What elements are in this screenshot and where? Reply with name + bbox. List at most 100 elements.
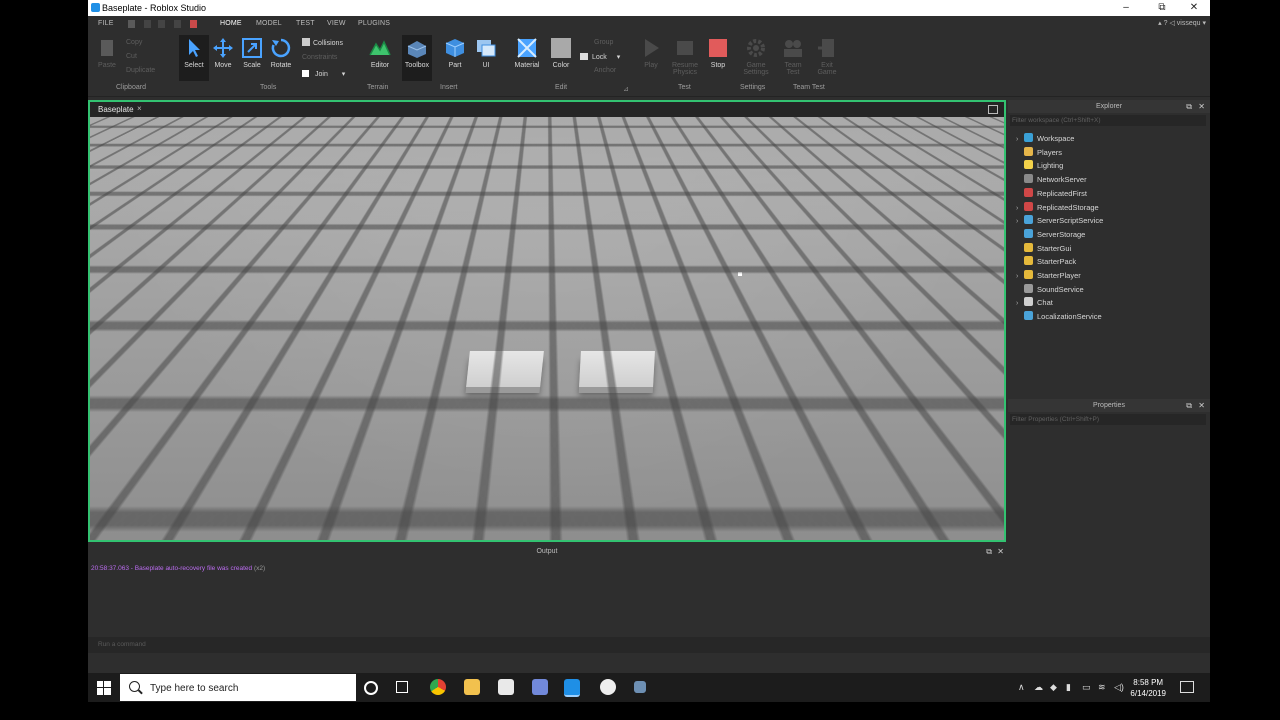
close-window-button[interactable]: ✕ bbox=[1184, 1, 1204, 15]
terrain-editor-button[interactable]: Editor bbox=[365, 35, 395, 81]
part-block-right[interactable] bbox=[579, 351, 655, 387]
discord-icon[interactable] bbox=[532, 679, 548, 695]
explorer-item-chat[interactable]: › Chat bbox=[1016, 296, 1053, 309]
restore-button[interactable]: ⧉ bbox=[1152, 1, 1172, 15]
explorer-item-replicatedstorage[interactable]: › ReplicatedStorage bbox=[1016, 201, 1099, 214]
cut-button[interactable]: Cut bbox=[126, 53, 137, 60]
maximize-viewport-icon[interactable] bbox=[988, 105, 998, 114]
volume-icon[interactable]: ◁) bbox=[1114, 682, 1124, 693]
minimize-button[interactable]: – bbox=[1116, 1, 1136, 15]
resume-physics-button[interactable]: Resume Physics bbox=[670, 35, 700, 81]
app-icon[interactable] bbox=[634, 681, 646, 693]
tab-baseplate[interactable]: Baseplate bbox=[98, 105, 134, 114]
explorer-item-localizationservice[interactable]: LocalizationService bbox=[1016, 310, 1102, 323]
paste-button[interactable]: Paste bbox=[94, 35, 120, 81]
toolbox-button[interactable]: Toolbox bbox=[402, 35, 432, 81]
explorer-item-starterplayer[interactable]: › StarterPlayer bbox=[1016, 269, 1081, 282]
explorer-item-startergui[interactable]: StarterGui bbox=[1016, 242, 1071, 255]
stop-button[interactable]: Stop bbox=[703, 35, 733, 81]
menu-model[interactable]: MODEL bbox=[256, 20, 282, 27]
explorer-item-serverstorage[interactable]: ServerStorage bbox=[1016, 228, 1085, 241]
join-toggle[interactable]: Join ▾ bbox=[302, 70, 345, 78]
dropbox-icon[interactable]: ◆ bbox=[1050, 682, 1057, 693]
expand-chevron-icon[interactable]: › bbox=[1016, 297, 1024, 310]
menu-test[interactable]: TEST bbox=[296, 20, 315, 27]
explorer-float-icon[interactable]: ⧉ bbox=[1186, 100, 1192, 113]
explorer-filter-input[interactable]: Filter workspace (Ctrl+Shift+X) bbox=[1010, 115, 1206, 126]
system-clock[interactable]: 8:58 PM 6/14/2019 bbox=[1130, 677, 1166, 699]
play-quick-icon[interactable] bbox=[174, 20, 181, 28]
menu-plugins[interactable]: PLUGINS bbox=[358, 20, 390, 27]
material-button[interactable]: Material bbox=[512, 35, 542, 81]
join-dropdown-icon[interactable]: ▾ bbox=[342, 71, 346, 78]
move-tool-button[interactable]: Move bbox=[208, 35, 238, 81]
expand-chevron-icon[interactable]: › bbox=[1016, 133, 1024, 146]
obs-icon[interactable] bbox=[600, 679, 616, 695]
explorer-item-networkserver[interactable]: NetworkServer bbox=[1016, 173, 1087, 186]
properties-filter-input[interactable]: Filter Properties (Ctrl+Shift+P) bbox=[1010, 414, 1206, 425]
3d-viewport[interactable] bbox=[88, 117, 1006, 542]
color-button[interactable]: Color bbox=[546, 35, 576, 81]
chrome-icon[interactable] bbox=[430, 679, 446, 695]
duplicate-button[interactable]: Duplicate bbox=[126, 67, 155, 74]
edit-settings-icon[interactable]: ⊿ bbox=[623, 85, 629, 93]
output-close-icon[interactable]: ✕ bbox=[997, 545, 1004, 558]
help-icon[interactable]: ? bbox=[1164, 20, 1168, 27]
battery-icon[interactable]: ▭ bbox=[1082, 682, 1091, 693]
usb-icon[interactable]: ▮ bbox=[1066, 682, 1071, 693]
expand-chevron-icon[interactable]: › bbox=[1016, 215, 1024, 228]
constraints-toggle[interactable]: Constraints bbox=[302, 54, 337, 61]
menu-home[interactable]: HOME bbox=[220, 20, 242, 27]
ui-button[interactable]: UI bbox=[471, 35, 501, 81]
file-explorer-icon[interactable] bbox=[464, 679, 480, 695]
rotate-tool-button[interactable]: Rotate bbox=[266, 35, 296, 81]
user-menu[interactable]: ▴ ? ◁ vissequ ▾ bbox=[1158, 19, 1206, 27]
onedrive-icon[interactable]: ☁ bbox=[1034, 682, 1043, 693]
lock-button[interactable]: Lock ▾ bbox=[580, 53, 620, 61]
collisions-toggle[interactable]: Collisions bbox=[302, 38, 343, 47]
select-tool-button[interactable]: Select bbox=[179, 35, 209, 81]
explorer-item-lighting[interactable]: Lighting bbox=[1016, 159, 1063, 172]
explorer-close-icon[interactable]: ✕ bbox=[1198, 100, 1205, 113]
undo-icon[interactable] bbox=[144, 20, 151, 28]
game-settings-button[interactable]: Game Settings bbox=[740, 35, 772, 81]
wifi-icon[interactable]: ≋ bbox=[1098, 682, 1106, 693]
copy-button[interactable]: Copy bbox=[126, 39, 142, 46]
windows-start-icon[interactable] bbox=[97, 681, 111, 695]
group-button[interactable]: Group bbox=[594, 39, 613, 46]
redo-icon[interactable] bbox=[158, 20, 165, 28]
part-button[interactable]: Part bbox=[440, 35, 470, 81]
expand-chevron-icon[interactable]: › bbox=[1016, 270, 1024, 283]
lock-dropdown-icon[interactable]: ▾ bbox=[617, 54, 621, 61]
tray-chevron-icon[interactable]: ∧ bbox=[1018, 682, 1025, 693]
explorer-item-starterpack[interactable]: StarterPack bbox=[1016, 255, 1076, 268]
new-file-icon[interactable] bbox=[128, 20, 135, 28]
store-icon[interactable] bbox=[498, 679, 514, 695]
task-view-icon[interactable] bbox=[396, 681, 408, 693]
stop-quick-icon[interactable] bbox=[190, 20, 197, 28]
cortana-icon[interactable] bbox=[364, 681, 378, 695]
menu-view[interactable]: VIEW bbox=[327, 20, 346, 27]
taskbar-search-box[interactable]: Type here to search bbox=[120, 674, 356, 701]
expand-chevron-icon[interactable]: › bbox=[1016, 202, 1024, 215]
output-float-icon[interactable]: ⧉ bbox=[986, 545, 992, 558]
roblox-studio-taskbar-icon[interactable] bbox=[564, 679, 580, 697]
play-button[interactable]: Play bbox=[636, 35, 666, 81]
explorer-item-soundservice[interactable]: SoundService bbox=[1016, 283, 1084, 296]
part-block-left[interactable] bbox=[466, 351, 544, 387]
team-test-button[interactable]: Team Test bbox=[778, 35, 808, 81]
properties-close-icon[interactable]: ✕ bbox=[1198, 399, 1205, 412]
anchor-button[interactable]: Anchor bbox=[594, 67, 616, 74]
explorer-item-workspace[interactable]: › Workspace bbox=[1016, 132, 1074, 145]
notification-icon[interactable] bbox=[1180, 681, 1194, 693]
scale-tool-button[interactable]: Scale bbox=[237, 35, 267, 81]
exit-game-button[interactable]: Exit Game bbox=[812, 35, 842, 81]
tab-close-icon[interactable]: × bbox=[137, 104, 142, 113]
command-bar-input[interactable]: Run a command bbox=[88, 637, 1210, 653]
properties-float-icon[interactable]: ⧉ bbox=[1186, 399, 1192, 412]
explorer-item-replicatedfirst[interactable]: ReplicatedFirst bbox=[1016, 187, 1087, 200]
explorer-item-serverscriptservice[interactable]: › ServerScriptService bbox=[1016, 214, 1103, 227]
join-checkbox[interactable] bbox=[302, 70, 309, 77]
explorer-item-players[interactable]: Players bbox=[1016, 146, 1062, 159]
menu-file[interactable]: FILE bbox=[98, 20, 114, 27]
